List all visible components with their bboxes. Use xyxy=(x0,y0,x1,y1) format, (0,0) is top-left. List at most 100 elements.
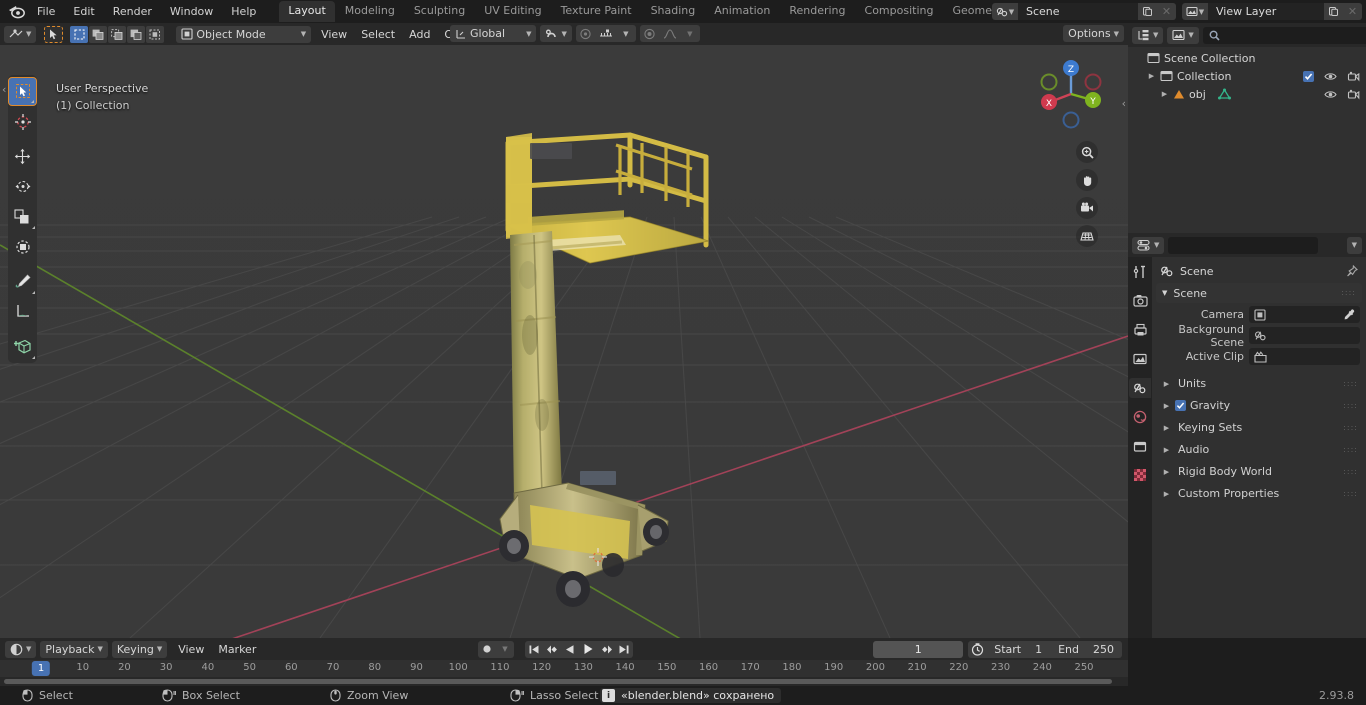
workspace-tab-texture-paint[interactable]: Texture Paint xyxy=(552,1,641,22)
workspace-tab-rendering[interactable]: Rendering xyxy=(780,1,854,22)
transform-orientation-selector[interactable]: Global ▼ xyxy=(450,25,537,42)
disclosure-triangle-icon[interactable]: ▶ xyxy=(1147,72,1156,80)
properties-options-button[interactable]: ▼ xyxy=(1346,236,1362,254)
viewport-menu-add[interactable]: Add xyxy=(402,26,437,43)
blender-logo-icon[interactable] xyxy=(0,4,28,19)
workspace-tab-layout[interactable]: Layout xyxy=(279,1,335,22)
top-menu-help[interactable]: Help xyxy=(222,2,265,21)
new-scene-icon[interactable] xyxy=(1138,3,1157,20)
toolbar-collapse-arrow-icon[interactable]: ‹ xyxy=(2,83,6,96)
grid-icon[interactable] xyxy=(1076,225,1098,247)
measure-tool[interactable] xyxy=(8,297,37,326)
add-cube-tool[interactable] xyxy=(8,332,37,361)
cursor-tool[interactable] xyxy=(8,107,37,136)
start-frame-field[interactable]: Start 1 xyxy=(986,641,1050,658)
visibility-eye-icon[interactable] xyxy=(1324,71,1337,82)
top-menu-render[interactable]: Render xyxy=(104,2,161,21)
select-subtract-icon[interactable] xyxy=(108,25,127,43)
view-layer-name[interactable]: View Layer xyxy=(1208,3,1324,20)
workspace-tab-animation[interactable]: Animation xyxy=(705,1,779,22)
tab-collection-properties[interactable] xyxy=(1129,436,1151,456)
timeline-ruler[interactable]: 10 20 30 40 50 60 70 80 90 100 110 120 130 140 150 160 1… xyxy=(0,660,1128,677)
select-invert-icon[interactable] xyxy=(127,25,146,43)
timeline-editor-type-selector[interactable]: ▼ xyxy=(5,640,37,658)
select-set-icon[interactable] xyxy=(70,25,89,43)
timeline-scrollbar[interactable] xyxy=(0,677,1128,686)
navigation-gizmo[interactable]: Z X Y xyxy=(1032,55,1110,133)
status-report[interactable]: i «blender.blend» сохранено xyxy=(600,688,782,703)
outliner-search-input[interactable] xyxy=(1223,28,1366,42)
play-button[interactable] xyxy=(579,641,597,658)
disclosure-triangle-icon[interactable]: ▶ xyxy=(1162,446,1171,454)
properties-editor-type-selector[interactable]: ▼ xyxy=(1132,236,1165,254)
disclosure-triangle-icon[interactable]: ▶ xyxy=(1162,468,1171,476)
workspace-tab-uv-editing[interactable]: UV Editing xyxy=(475,1,550,22)
falloff-chevron-icon[interactable]: ▼ xyxy=(680,25,700,42)
view-layer-selector[interactable]: ▼ View Layer ✕ xyxy=(1182,3,1362,20)
proportional-edit-icon[interactable] xyxy=(576,25,596,42)
scissor-lift-model[interactable] xyxy=(470,85,750,638)
transform-tool[interactable] xyxy=(8,232,37,261)
jump-to-end-button[interactable] xyxy=(615,641,633,658)
select-extend-icon[interactable] xyxy=(89,25,108,43)
outliner-display-mode-selector[interactable]: ▼ xyxy=(1167,26,1199,44)
sub-panel-keying-sets[interactable]: ▶ Keying Sets:::: xyxy=(1152,417,1366,438)
tweak-select-tool[interactable] xyxy=(8,77,37,106)
tab-world[interactable] xyxy=(1129,407,1151,427)
end-frame-field[interactable]: End 250 xyxy=(1050,641,1122,658)
play-reverse-button[interactable] xyxy=(561,641,579,658)
keying-dropdown[interactable]: Keying ▼ xyxy=(111,640,168,658)
pin-icon[interactable] xyxy=(1346,265,1358,277)
disclosure-triangle-icon[interactable]: ▶ xyxy=(1160,90,1169,98)
sub-panel-rigid-body-world[interactable]: ▶ Rigid Body World:::: xyxy=(1152,461,1366,482)
tab-view-layer[interactable] xyxy=(1129,349,1151,369)
timeline-menu-marker[interactable]: Marker xyxy=(211,641,263,658)
property-value-field[interactable] xyxy=(1249,327,1360,344)
viewport-menu-view[interactable]: View xyxy=(314,26,354,43)
workspace-tab-compositing[interactable]: Compositing xyxy=(856,1,943,22)
editor-type-selector[interactable]: ▼ xyxy=(4,25,37,43)
rotate-tool[interactable] xyxy=(8,172,37,201)
auto-keying-chevron-icon[interactable]: ▼ xyxy=(496,641,514,658)
property-value-field[interactable] xyxy=(1249,348,1360,365)
workspace-tab-modeling[interactable]: Modeling xyxy=(336,1,404,22)
snap-magnet-button[interactable]: ▼ xyxy=(540,25,572,42)
current-frame-field[interactable]: 1 xyxy=(873,640,964,658)
disclosure-triangle-icon[interactable]: ▶ xyxy=(1162,380,1171,388)
camera-icon[interactable] xyxy=(1076,197,1098,219)
properties-search-box[interactable] xyxy=(1168,236,1324,254)
timeline-menu-view[interactable]: View xyxy=(171,641,211,658)
property-value-field[interactable] xyxy=(1249,306,1360,323)
render-visibility-icon[interactable] xyxy=(1347,89,1360,100)
select-intersect-icon[interactable] xyxy=(146,25,165,43)
tab-texture[interactable] xyxy=(1129,465,1151,485)
sub-panel-gravity[interactable]: ▶ Gravity:::: xyxy=(1152,395,1366,416)
top-menu-edit[interactable]: Edit xyxy=(64,2,103,21)
eyedropper-icon[interactable] xyxy=(1343,309,1355,321)
outliner-search-box[interactable] xyxy=(1202,26,1366,44)
zoom-icon[interactable] xyxy=(1076,141,1098,163)
tweak-tool-indicator[interactable] xyxy=(44,25,64,43)
proportional-falloff-toggle-icon[interactable] xyxy=(640,25,660,42)
workspace-tab-sculpting[interactable]: Sculpting xyxy=(405,1,474,22)
visibility-eye-icon[interactable] xyxy=(1324,89,1337,100)
scene-name[interactable]: Scene xyxy=(1018,3,1138,20)
object-mode-selector[interactable]: Object Mode ▼ xyxy=(176,25,312,43)
falloff-curve-icon[interactable] xyxy=(660,25,680,42)
outliner-editor-type-selector[interactable]: ▼ xyxy=(1132,26,1164,44)
tab-tool[interactable] xyxy=(1129,262,1151,282)
sub-panel-custom-properties[interactable]: ▶ Custom Properties:::: xyxy=(1152,483,1366,504)
sub-panel-checkbox[interactable] xyxy=(1175,400,1186,411)
sub-panel-units[interactable]: ▶ Units:::: xyxy=(1152,373,1366,394)
tab-output[interactable] xyxy=(1129,320,1151,340)
sidebar-collapse-arrow-icon[interactable]: ‹ xyxy=(1122,97,1126,110)
auto-keying-icon[interactable] xyxy=(478,641,496,658)
top-menu-file[interactable]: File xyxy=(28,2,64,21)
workspace-tab-shading[interactable]: Shading xyxy=(642,1,705,22)
render-visibility-icon[interactable] xyxy=(1347,71,1360,82)
use-preview-range-icon[interactable] xyxy=(968,641,986,658)
3d-viewport[interactable]: User Perspective (1) Collection ‹ ‹ Z X … xyxy=(0,45,1128,638)
new-view-layer-icon[interactable] xyxy=(1324,3,1343,20)
viewport-menu-select[interactable]: Select xyxy=(354,26,402,43)
move-tool[interactable] xyxy=(8,142,37,171)
